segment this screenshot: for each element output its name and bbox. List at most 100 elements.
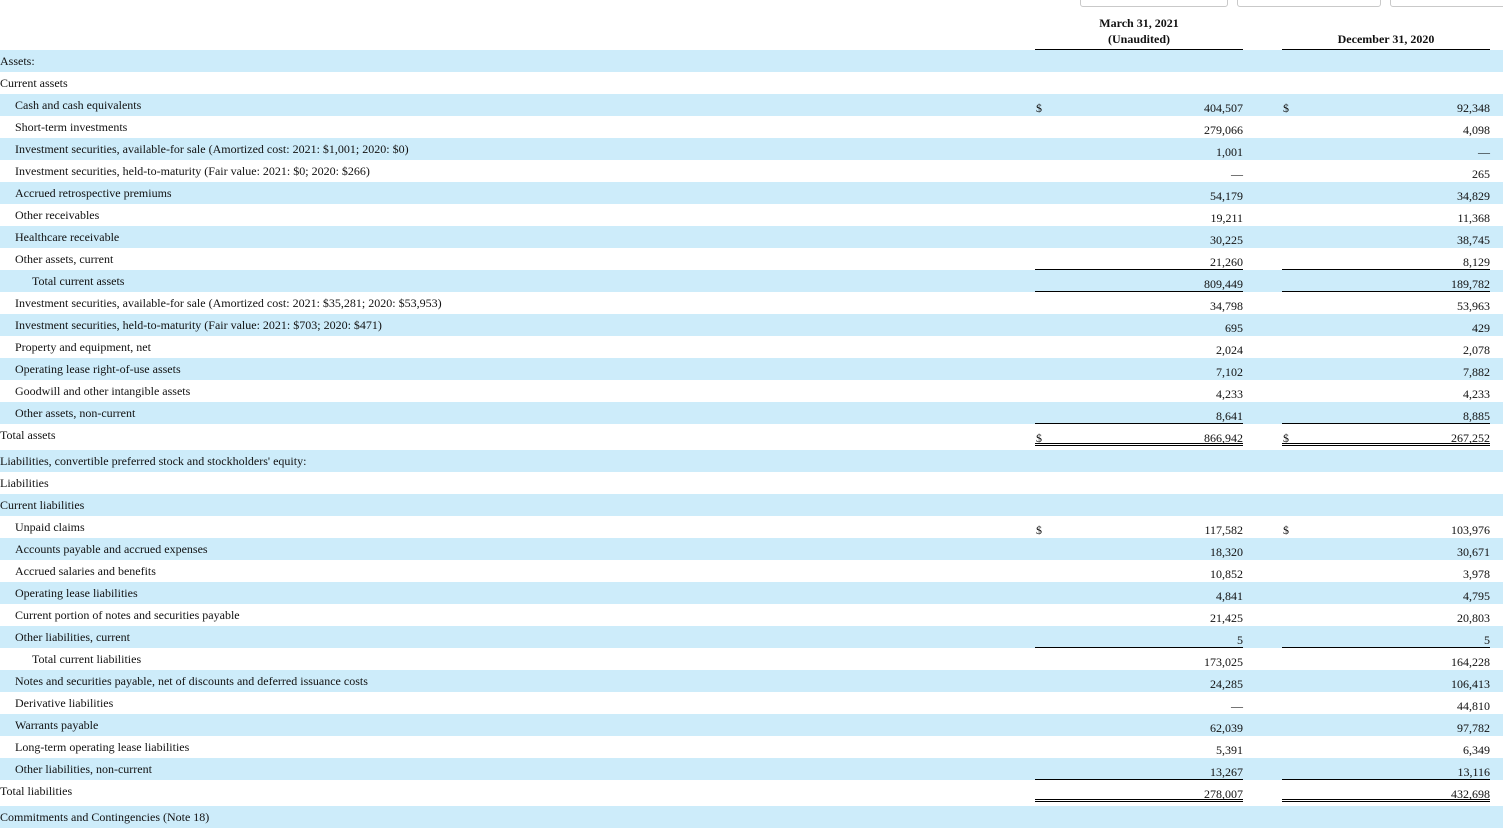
table-row: Other receivables 19,211 11,368: [0, 204, 1503, 226]
value-december-2020: 2,078: [1463, 343, 1490, 357]
value-december-2020: 103,976: [1451, 523, 1490, 537]
value-march-2021: 278,007: [1035, 786, 1243, 802]
table-row: Other liabilities, current 5 5: [0, 626, 1503, 648]
table-row: Warrants payable 62,039 97,782: [0, 714, 1503, 736]
value-march-2021: 34,798: [1210, 299, 1243, 313]
value-december-2020: 164,228: [1451, 655, 1490, 669]
value-march-2021: 2,024: [1216, 343, 1243, 357]
table-row: Notes and securities payable, net of dis…: [0, 670, 1503, 692]
value-december-2020: 106,413: [1451, 677, 1490, 691]
row-label: Total current assets: [32, 274, 125, 288]
column-header-march-2021: March 31, 2021 (Unaudited): [1035, 15, 1243, 50]
column-header-december-2020: December 31, 2020: [1282, 31, 1490, 50]
row-label: Operating lease liabilities: [15, 586, 138, 600]
value-march-2021: 21,260: [1035, 254, 1243, 270]
row-label: Investment securities, available-for sal…: [15, 142, 409, 156]
value-december-2020: 11,368: [1457, 211, 1490, 225]
table-row: Total liabilities 278,007 432,698: [0, 780, 1503, 806]
row-label: Other assets, current: [15, 252, 114, 266]
column-header-date: December 31, 2020: [1337, 32, 1435, 46]
row-label: Accrued salaries and benefits: [15, 564, 156, 578]
row-label: Accrued retrospective premiums: [15, 186, 172, 200]
row-label: Total current liabilities: [32, 652, 142, 666]
value-march-2021: 10,852: [1210, 567, 1243, 581]
row-label: Healthcare receivable: [15, 230, 120, 244]
row-label: Investment securities, held-to-maturity …: [15, 318, 382, 332]
value-march-2021: 809,449: [1035, 276, 1243, 292]
value-march-2021: 866,942: [1035, 430, 1243, 446]
table-row: Goodwill and other intangible assets 4,23…: [0, 380, 1503, 402]
value-december-2020: 92,348: [1457, 101, 1490, 115]
row-label: Short-term investments: [15, 120, 128, 134]
value-december-2020: 189,782: [1282, 276, 1490, 292]
table-row: Short-term investments 279,066 4,098: [0, 116, 1503, 138]
value-march-2021: 404,507: [1204, 101, 1243, 115]
row-label: Property and equipment, net: [15, 340, 151, 354]
value-march-2021: —: [1231, 167, 1243, 181]
row-label: Derivative liabilities: [15, 696, 114, 710]
row-label: Current portion of notes and securities …: [15, 608, 240, 622]
row-label: Cash and cash equivalents: [15, 98, 142, 112]
row-label: Liabilities: [0, 476, 49, 490]
table-row: Current assets: [0, 72, 1503, 94]
value-march-2021: 30,225: [1210, 233, 1243, 247]
table-row: Operating lease liabilities 4,841 4,795: [0, 582, 1503, 604]
row-label: Unpaid claims: [15, 520, 85, 534]
value-december-2020: 4,233: [1463, 387, 1490, 401]
value-march-2021: 279,066: [1204, 123, 1243, 137]
balance-sheet-table: Assets: Current assets Cash and cash equiv…: [0, 50, 1503, 828]
table-row: Other assets, non-current 8,641 8,885: [0, 402, 1503, 424]
row-label: Investment securities, available-for sal…: [15, 296, 442, 310]
table-row: Other assets, current 21,260 8,129: [0, 248, 1503, 270]
value-march-2021: 8,641: [1035, 408, 1243, 424]
value-december-2020: 20,803: [1457, 611, 1490, 625]
row-label: Operating lease right-of-use assets: [15, 362, 181, 376]
value-march-2021: 4,841: [1216, 589, 1243, 603]
row-label: Warrants payable: [15, 718, 99, 732]
value-march-2021: —: [1231, 699, 1243, 713]
value-december-2020: 3,978: [1463, 567, 1490, 581]
row-label: Notes and securities payable, net of dis…: [15, 674, 368, 688]
value-march-2021: 18,320: [1210, 545, 1243, 559]
value-march-2021: 117,582: [1204, 523, 1243, 537]
table-row: Cash and cash equivalents $ $404,507 92,348: [0, 94, 1503, 116]
row-label: Investment securities, held-to-maturity …: [15, 164, 370, 178]
column-header-date: March 31, 2021: [1099, 16, 1179, 30]
row-label: Liabilities, convertible preferred stock…: [0, 454, 307, 468]
row-label: Goodwill and other intangible assets: [15, 384, 191, 398]
table-row: Total assets $ $866,942 267,252: [0, 424, 1503, 450]
value-december-2020: 8,129: [1282, 254, 1490, 270]
value-march-2021: 1,001: [1216, 145, 1243, 159]
table-row: Commitments and Contingencies (Note 18): [0, 806, 1503, 828]
value-december-2020: 4,098: [1463, 123, 1490, 137]
row-label: Other assets, non-current: [15, 406, 136, 420]
value-december-2020: 53,963: [1457, 299, 1490, 313]
table-row: Investment securities, available-for sal…: [0, 138, 1503, 160]
table-row: Assets:: [0, 50, 1503, 72]
table-row: Property and equipment, net 2,024 2,078: [0, 336, 1503, 358]
value-march-2021: 21,425: [1210, 611, 1243, 625]
value-december-2020: 13,116: [1282, 764, 1490, 780]
table-row: Current liabilities: [0, 494, 1503, 516]
value-march-2021: 62,039: [1210, 721, 1243, 735]
value-march-2021: 54,179: [1210, 189, 1243, 203]
table-header: March 31, 2021 (Unaudited) December 31, …: [0, 0, 1503, 50]
value-march-2021: 5,391: [1216, 743, 1243, 757]
table-row: Liabilities: [0, 472, 1503, 494]
value-march-2021: 5: [1035, 632, 1243, 648]
value-december-2020: 44,810: [1457, 699, 1490, 713]
row-label: Other liabilities, non-current: [15, 762, 152, 776]
value-march-2021: 24,285: [1210, 677, 1243, 691]
row-label: Other receivables: [15, 208, 100, 222]
value-december-2020: 267,252: [1282, 430, 1490, 446]
table-row: Total current assets 809,449 189,782: [0, 270, 1503, 292]
value-december-2020: 265: [1472, 167, 1490, 181]
table-row: Healthcare receivable 30,225 38,745: [0, 226, 1503, 248]
value-december-2020: 34,829: [1457, 189, 1490, 203]
value-march-2021: 173,025: [1204, 655, 1243, 669]
table-row: Total current liabilities 173,025 164,228: [0, 648, 1503, 670]
value-december-2020: 5: [1282, 632, 1490, 648]
table-row: Other liabilities, non-current 13,267 13,1…: [0, 758, 1503, 780]
table-row: Accrued retrospective premiums 54,179 34,8…: [0, 182, 1503, 204]
table-row: Long-term operating lease liabilities 5,3…: [0, 736, 1503, 758]
